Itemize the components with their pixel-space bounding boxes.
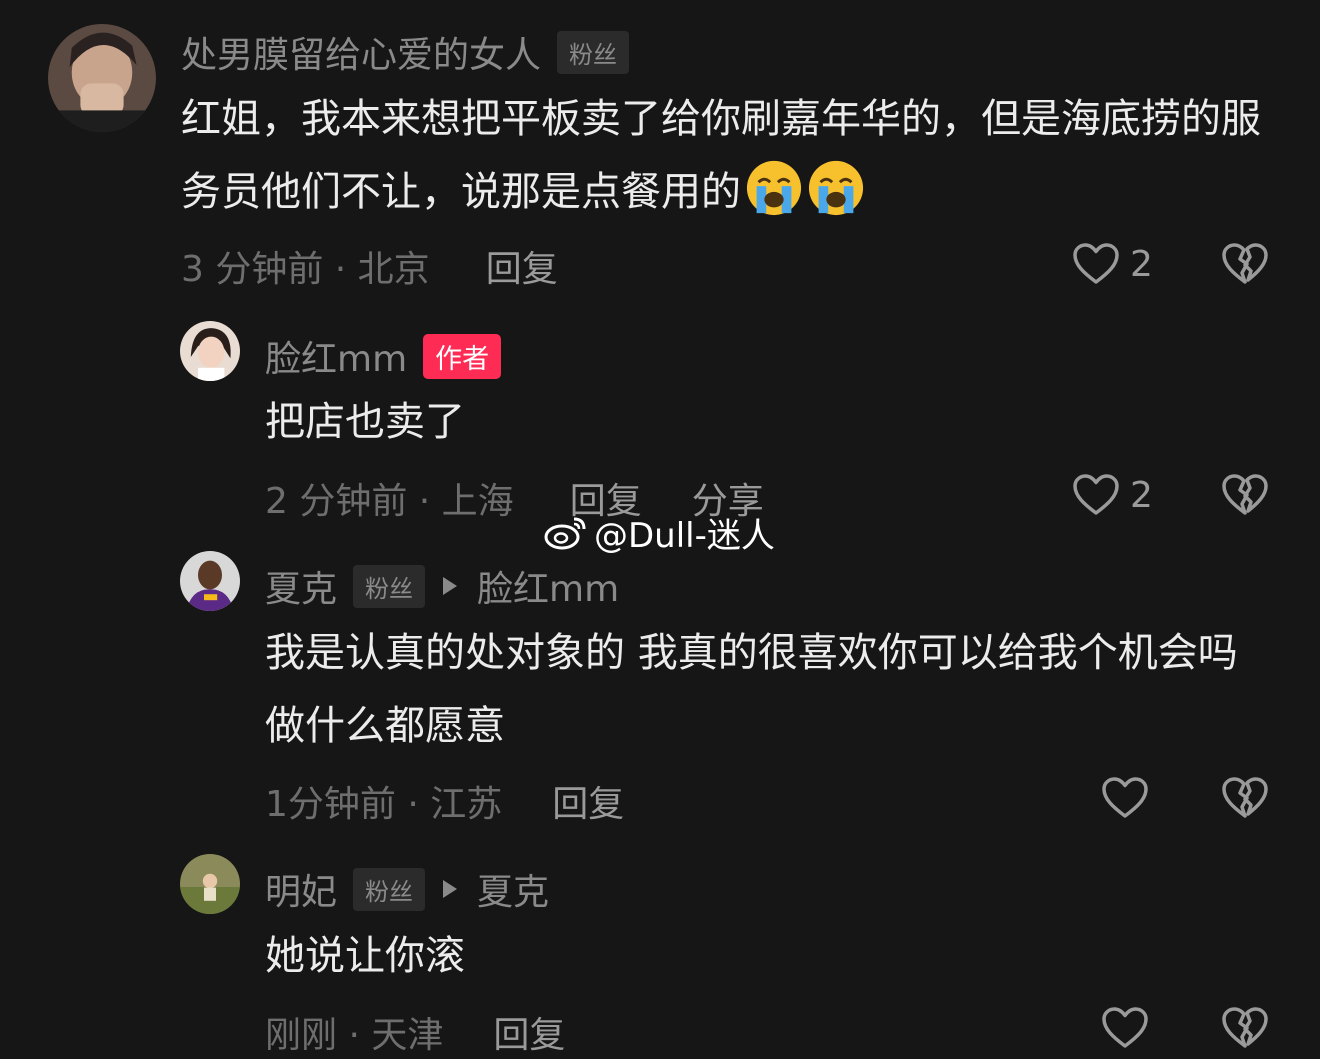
like-count: 2 xyxy=(1130,243,1153,285)
heart-icon xyxy=(1073,243,1119,284)
broken-heart-icon xyxy=(1222,474,1268,515)
reply-button[interactable]: 回复 xyxy=(493,1006,565,1058)
like-count: 2 xyxy=(1130,474,1153,516)
comment-text-content: 红姐，我本来想把平板卖了给你刷嘉年华的，但是海底捞的服务员他们不让，说那是点餐用… xyxy=(181,96,1261,215)
reply-button[interactable]: 回复 xyxy=(552,775,624,827)
time-location: 刚刚 · 天津 xyxy=(265,1015,444,1056)
broken-heart-icon xyxy=(1222,243,1268,284)
comment-text: 我是认真的处对象的 我真的很喜欢你可以给我个机会吗 做什么都愿意 xyxy=(265,630,1238,749)
username[interactable]: 脸红mm xyxy=(265,330,407,382)
avatar[interactable] xyxy=(180,551,240,611)
loudly-crying-face-emoji xyxy=(745,159,803,217)
dislike-button[interactable] xyxy=(1221,473,1269,517)
username[interactable]: 处男膜留给心爱的女人 xyxy=(181,26,541,78)
reply-to-username[interactable]: 脸红mm xyxy=(477,560,619,612)
reply-arrow-icon xyxy=(443,880,458,898)
username[interactable]: 明妃 xyxy=(265,863,337,915)
loudly-crying-face-emoji xyxy=(807,159,865,217)
avatar[interactable] xyxy=(48,24,156,132)
fan-badge: 粉丝 xyxy=(353,564,426,608)
time-location: 1分钟前 · 江苏 xyxy=(265,784,503,825)
dislike-button[interactable] xyxy=(1221,1006,1269,1050)
reply-arrow-icon xyxy=(443,577,458,595)
avatar[interactable] xyxy=(180,321,240,381)
author-badge: 作者 xyxy=(423,333,502,379)
fan-badge: 粉丝 xyxy=(353,867,426,911)
comment-text: 她说让你滚 xyxy=(265,933,465,979)
broken-heart-icon xyxy=(1222,1007,1268,1048)
like-button[interactable] xyxy=(1101,776,1149,820)
like-button[interactable]: 2 xyxy=(1072,473,1153,517)
heart-icon xyxy=(1073,474,1119,515)
like-button[interactable] xyxy=(1101,1006,1149,1050)
weibo-watermark: @Dull-迷人 xyxy=(544,508,775,557)
heart-icon xyxy=(1102,777,1148,818)
dislike-button[interactable] xyxy=(1221,776,1269,820)
heart-icon xyxy=(1102,1007,1148,1048)
fan-badge: 粉丝 xyxy=(557,30,630,74)
weibo-logo-icon xyxy=(544,517,586,549)
dislike-button[interactable] xyxy=(1221,242,1269,286)
comment-text: 把店也卖了 xyxy=(265,399,465,445)
time-location: 2 分钟前 · 上海 xyxy=(265,481,514,522)
time-location: 3 分钟前 · 北京 xyxy=(181,249,430,290)
watermark-text: @Dull-迷人 xyxy=(594,516,775,556)
broken-heart-icon xyxy=(1222,777,1268,818)
like-button[interactable]: 2 xyxy=(1072,242,1153,286)
username[interactable]: 夏克 xyxy=(265,560,337,612)
comment-text: 红姐，我本来想把平板卖了给你刷嘉年华的，但是海底捞的服务员他们不让，说那是点餐用… xyxy=(181,83,1261,229)
reply-button[interactable]: 回复 xyxy=(486,240,558,292)
avatar[interactable] xyxy=(180,854,240,914)
reply-to-username[interactable]: 夏克 xyxy=(477,863,549,915)
